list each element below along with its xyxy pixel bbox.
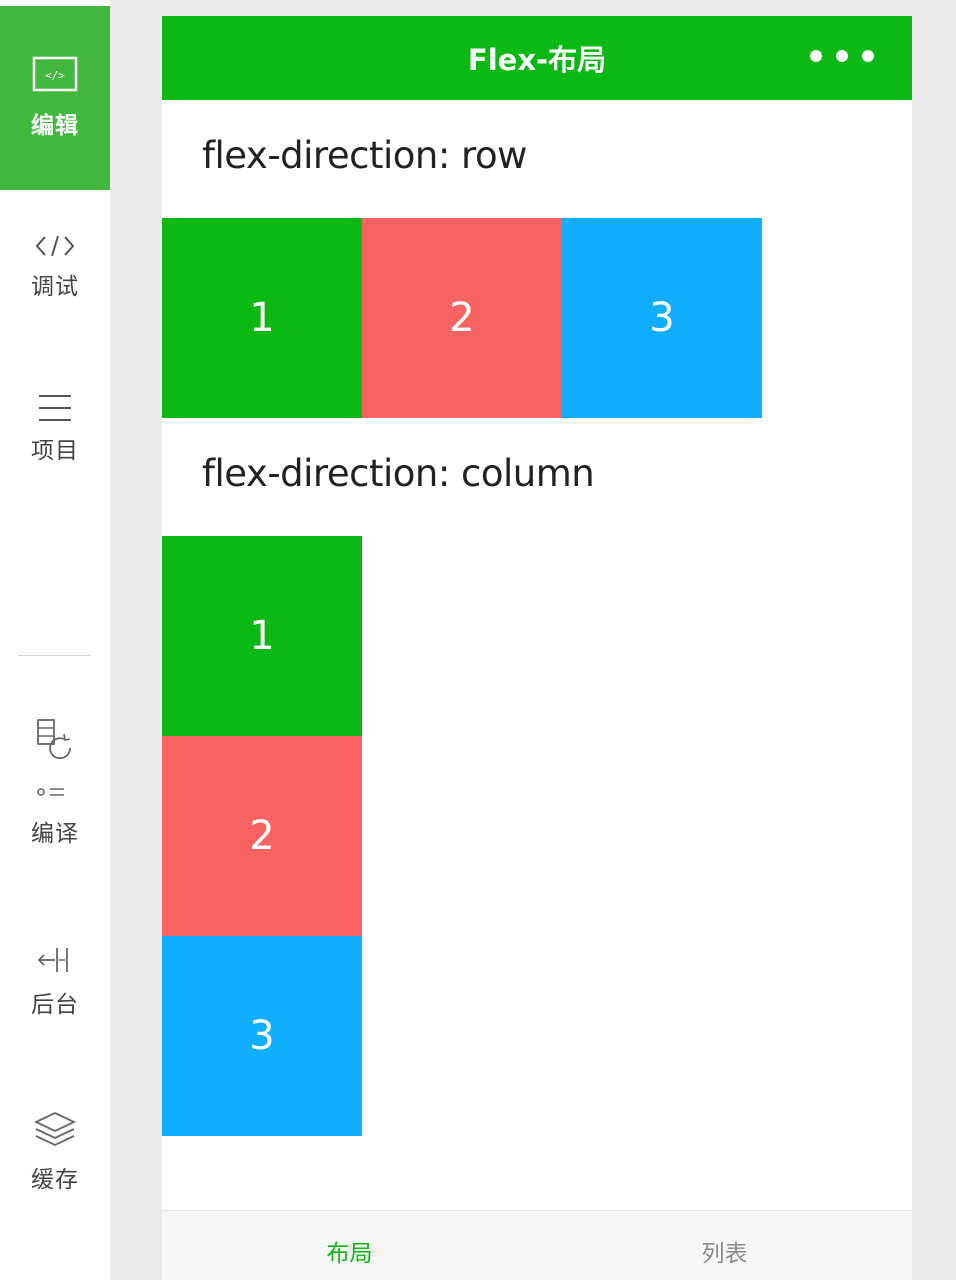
page-title: Flex-布局: [467, 43, 607, 77]
sidebar-item-edit[interactable]: </> 编辑: [0, 6, 110, 190]
layers-icon: [33, 1110, 77, 1148]
sidebar-item-backend[interactable]: 后台: [0, 940, 110, 1024]
row-flex-item: 2: [362, 218, 562, 418]
simulator-screen: Flex-布局 flex-direction: row 1 2 3 flex-d…: [162, 16, 912, 1280]
more-dots-icon: [810, 50, 822, 62]
ide-sidebar: </> 编辑 调试 项目 编译 后台 缓存: [0, 0, 110, 1280]
column-flex-item: 3: [162, 936, 362, 1136]
sidebar-item-debug[interactable]: 调试: [0, 222, 110, 312]
sidebar-item-label: 后台: [31, 992, 79, 1018]
row-flex-item: 3: [562, 218, 762, 418]
row-flex-item: 1: [162, 218, 362, 418]
sidebar-item-compile[interactable]: 编译: [0, 708, 110, 858]
tab-list[interactable]: 列表: [537, 1211, 912, 1280]
sidebar-item-project[interactable]: 项目: [0, 384, 110, 474]
menu-lines-icon: [37, 393, 73, 423]
sidebar-item-label: 项目: [31, 438, 79, 464]
sidebar-item-label: 缓存: [31, 1167, 79, 1193]
tab-bar: 布局 列表: [162, 1210, 912, 1280]
navigation-bar: Flex-布局: [162, 16, 912, 100]
code-brackets-icon: [34, 233, 76, 259]
sidebar-item-label: 编辑: [31, 113, 79, 139]
sidebar-item-label: 调试: [31, 274, 79, 300]
row-flex-container: 1 2 3: [162, 218, 762, 418]
code-window-icon: </>: [32, 56, 78, 92]
sidebar-item-cache[interactable]: 缓存: [0, 1102, 110, 1202]
row-section-title: flex-direction: row: [202, 134, 527, 177]
background-icon: [37, 945, 73, 975]
column-flex-item: 1: [162, 536, 362, 736]
more-dots-icon: [862, 50, 874, 62]
sidebar-divider: [18, 655, 90, 656]
svg-text:</>: </>: [45, 69, 65, 82]
column-flex-item: 2: [162, 736, 362, 936]
tab-layout[interactable]: 布局: [162, 1211, 537, 1280]
sidebar-item-label: 编译: [31, 821, 79, 847]
column-flex-container: 1 2 3: [162, 536, 362, 1136]
more-menu-button[interactable]: [810, 50, 874, 62]
column-section-title: flex-direction: column: [202, 452, 595, 495]
more-dots-icon: [836, 50, 848, 62]
compile-icon: [32, 718, 78, 802]
